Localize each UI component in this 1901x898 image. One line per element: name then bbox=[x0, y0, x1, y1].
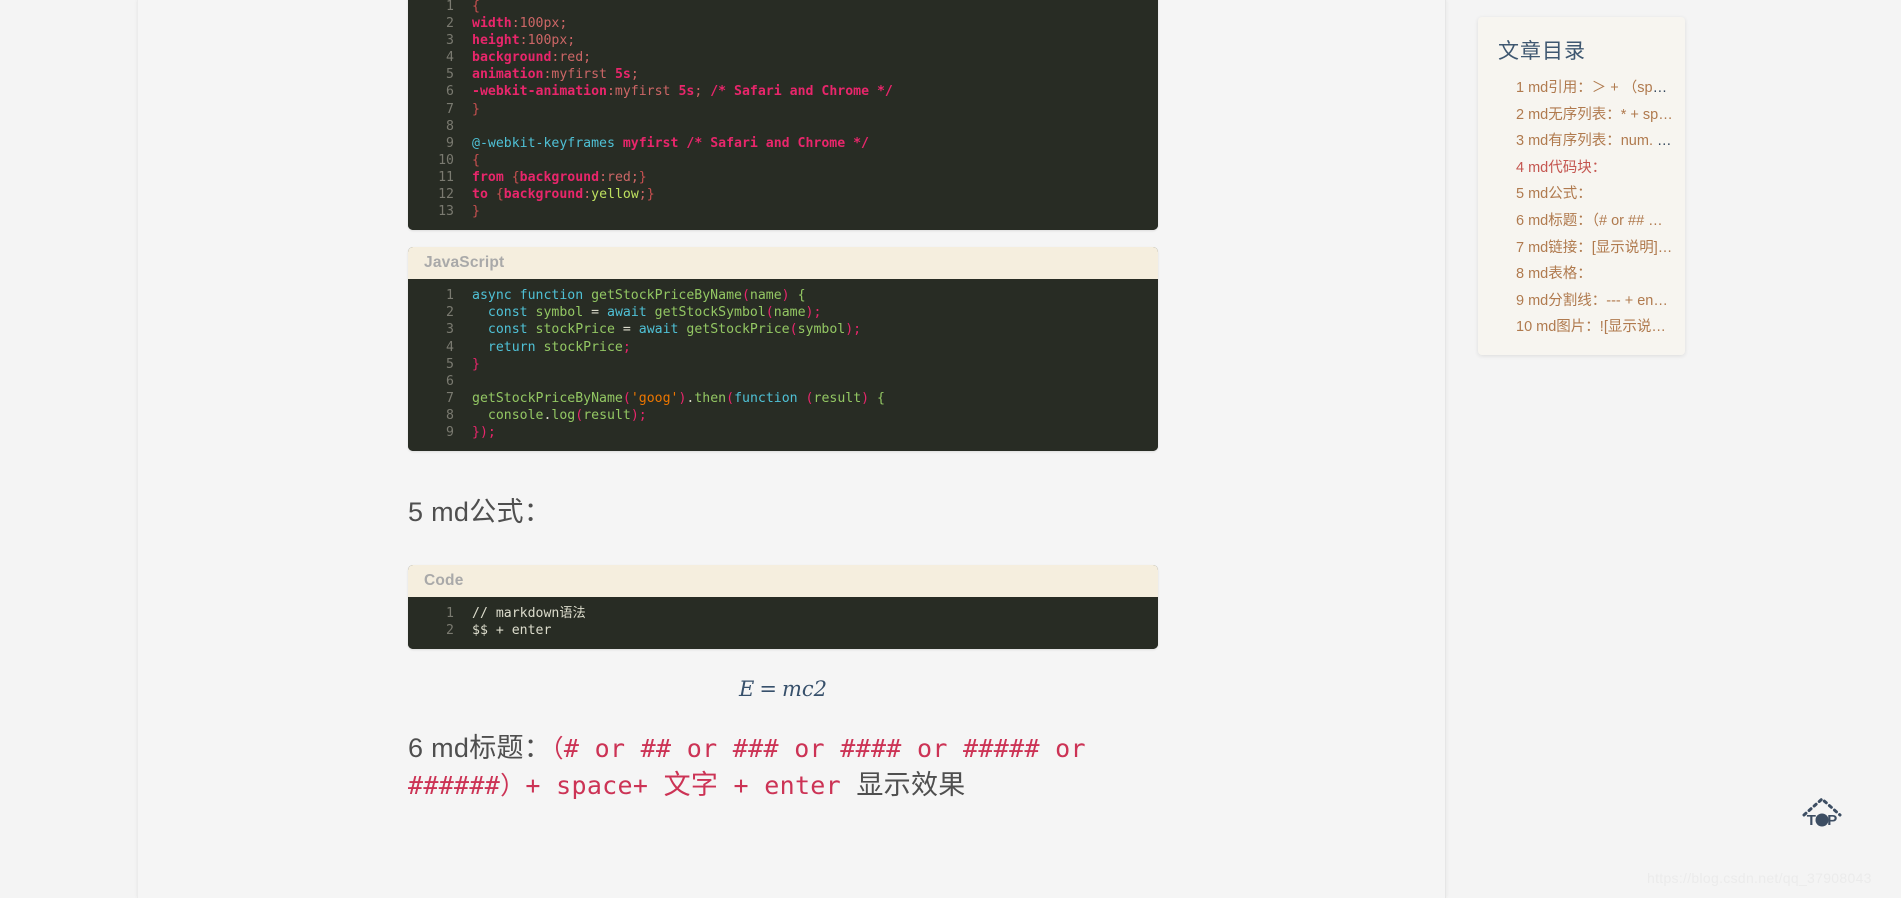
heading-md-formula: 5 md公式： bbox=[408, 497, 552, 528]
line-number: 6 bbox=[446, 84, 454, 100]
toc-link[interactable]: 8 md表格： bbox=[1516, 266, 1592, 282]
page-root: 1{2 width:100px; 3 height:100px; 4 background… bbox=[0, 0, 1901, 898]
heading6-mid-cn: 文字 bbox=[663, 770, 719, 801]
code-body-javascript[interactable]: 1 async function getStockPriceByName(name… bbox=[408, 279, 1158, 452]
line-number: 2 bbox=[446, 305, 454, 321]
line-number: 6 bbox=[446, 373, 454, 389]
line-number: 1 bbox=[446, 288, 454, 304]
table-of-contents-panel: 文章目录 1 md引用：＞ + （spac… 2 md无序列表：* + sp… … bbox=[1478, 17, 1685, 355]
line-number: 2 bbox=[446, 16, 454, 32]
line-number: 11 bbox=[438, 169, 454, 185]
watermark: https://blog.csdn.net/qq_37908043 bbox=[1647, 870, 1872, 886]
line-number: 13 bbox=[438, 204, 454, 220]
formula-lhs: E bbox=[739, 677, 755, 702]
code-language-label-markdown: Code bbox=[408, 565, 1158, 598]
code-body-css[interactable]: 1{2 width:100px; 3 height:100px; 4 background… bbox=[408, 0, 1158, 231]
line-number: 2 bbox=[446, 623, 454, 639]
heading-md-title: 6 md标题：（# or ## or ### or #### or ##### … bbox=[408, 730, 1178, 804]
line-number: 7 bbox=[446, 390, 454, 406]
toc-link[interactable]: 6 md标题：（# or ## … bbox=[1516, 213, 1663, 229]
toc-link[interactable]: 3 md有序列表：num. +… bbox=[1516, 133, 1675, 149]
line-number: 9 bbox=[446, 424, 454, 440]
top-arrow-icon: TOP bbox=[1802, 796, 1842, 829]
toc-link[interactable]: 5 md公式： bbox=[1516, 186, 1592, 202]
line-number: 4 bbox=[446, 50, 454, 66]
code-block-javascript: JavaScript 1 async function getStockPrice… bbox=[408, 247, 1158, 452]
toc-link[interactable]: 1 md引用：＞ + （spac… bbox=[1516, 80, 1675, 96]
heading6-suffix-cn: 显示效果 bbox=[856, 770, 966, 801]
toc-title: 文章目录 bbox=[1498, 40, 1586, 63]
toc-link[interactable]: 10 md图片：![显示说… bbox=[1516, 319, 1666, 335]
line-number: 5 bbox=[446, 67, 454, 83]
toc-link[interactable]: 7 md链接：[显示说明]… bbox=[1516, 240, 1672, 256]
toc-link[interactable]: 2 md无序列表：* + sp… bbox=[1516, 107, 1673, 123]
line-number: 7 bbox=[446, 101, 454, 117]
line-number: 8 bbox=[446, 118, 454, 134]
toc-item[interactable]: 10 md图片：![显示说… bbox=[1514, 314, 1675, 341]
toc-item[interactable]: 8 md表格： bbox=[1514, 261, 1675, 288]
back-to-top-button[interactable]: TOP bbox=[1799, 794, 1845, 836]
toc-link[interactable]: 4 md代码块： bbox=[1516, 160, 1606, 176]
toc-item[interactable]: 7 md链接：[显示说明]… bbox=[1514, 235, 1675, 262]
toc-item[interactable]: 2 md无序列表：* + sp… bbox=[1514, 102, 1675, 129]
code-language-label-javascript: JavaScript bbox=[408, 247, 1158, 280]
toc-item[interactable]: 3 md有序列表：num. +… bbox=[1514, 128, 1675, 155]
line-number: 10 bbox=[438, 152, 454, 168]
heading6-prefix: 6 md标题： bbox=[408, 733, 552, 764]
line-number: 12 bbox=[438, 187, 454, 203]
line-number: 5 bbox=[446, 356, 454, 372]
toc-item[interactable]: 5 md公式： bbox=[1514, 181, 1675, 208]
line-number: 3 bbox=[446, 322, 454, 338]
formula-rhs: mc2 bbox=[781, 677, 827, 702]
formula-equals: = bbox=[759, 677, 777, 702]
article-body: 1{2 width:100px; 3 height:100px; 4 background… bbox=[408, 0, 1320, 804]
heading6-syntax2: + enter bbox=[718, 771, 857, 801]
toc-link[interactable]: 9 md分割线：--- + en… bbox=[1516, 293, 1668, 309]
toc-item[interactable]: 9 md分割线：--- + en… bbox=[1514, 288, 1675, 315]
line-number: 1 bbox=[446, 0, 454, 14]
toc-item[interactable]: 6 md标题：（# or ## … bbox=[1514, 208, 1675, 235]
article-content-panel: 1{2 width:100px; 3 height:100px; 4 background… bbox=[137, 0, 1446, 898]
line-number: 9 bbox=[446, 135, 454, 151]
toc-item[interactable]: 4 md代码块： bbox=[1514, 155, 1675, 182]
math-formula: E = mc2 bbox=[408, 677, 1158, 701]
toc-item[interactable]: 1 md引用：＞ + （spac… bbox=[1514, 75, 1675, 102]
code-body-markdown[interactable]: 1// markdown语法 2 $$ + enter bbox=[408, 597, 1158, 650]
toc-list: 1 md引用：＞ + （spac… 2 md无序列表：* + sp… 3 md有… bbox=[1492, 75, 1675, 341]
line-number: 8 bbox=[446, 407, 454, 423]
code-block-css: 1{2 width:100px; 3 height:100px; 4 background… bbox=[408, 0, 1158, 231]
top-button-dot bbox=[1815, 813, 1829, 827]
line-number: 4 bbox=[446, 339, 454, 355]
line-number: 1 bbox=[446, 606, 454, 622]
code-block-markdown: Code 1// markdown语法 2 $$ + enter bbox=[408, 565, 1158, 650]
line-number: 3 bbox=[446, 33, 454, 49]
